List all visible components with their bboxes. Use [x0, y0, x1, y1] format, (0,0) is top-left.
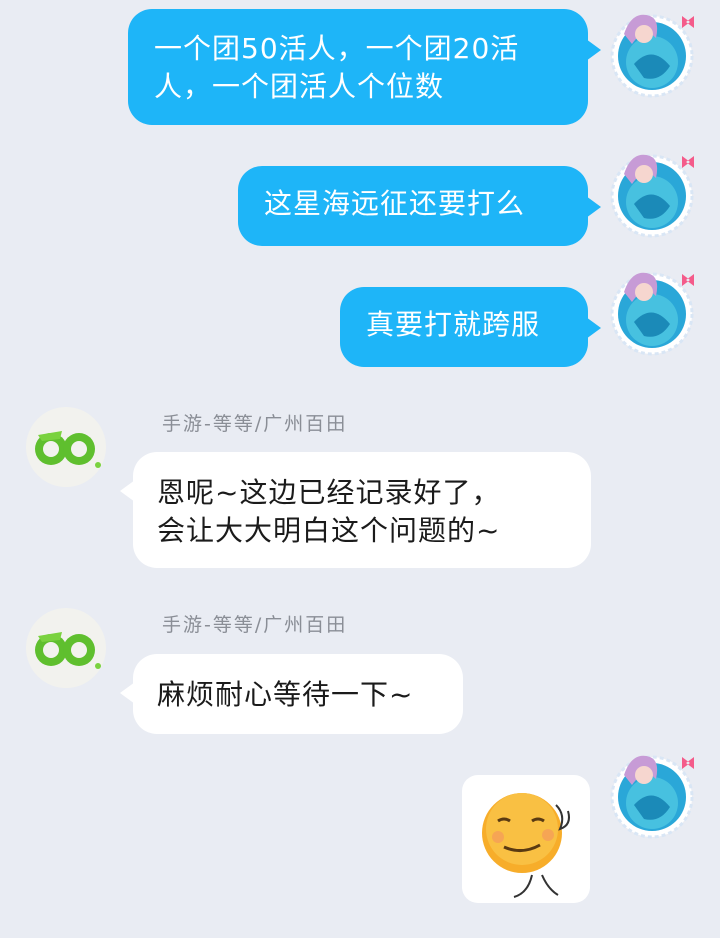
- message-bubble-incoming[interactable]: 恩呢~这边已经记录好了， 会让大大明白这个问题的~: [120, 452, 591, 568]
- sticker-message[interactable]: [462, 775, 590, 903]
- message-bubble-outgoing[interactable]: 真要打就跨服: [340, 287, 601, 367]
- message-bubble-outgoing[interactable]: 这星海远征还要打么: [238, 166, 601, 246]
- message-bubble-outgoing[interactable]: 一个团50活人，一个团20活 人，一个团活人个位数: [128, 9, 601, 125]
- sender-name: 手游-等等/广州百田: [162, 614, 348, 636]
- agent-avatar-icon[interactable]: [24, 606, 108, 690]
- sender-name: 手游-等等/广州百田: [162, 413, 348, 435]
- chat-area: 一个团50活人，一个团20活 人，一个团活人个位数 这星海远征还要打么 真要打就…: [0, 0, 720, 938]
- self-avatar-icon[interactable]: [604, 4, 700, 100]
- self-avatar-icon[interactable]: [604, 144, 700, 240]
- agent-avatar-icon[interactable]: [24, 405, 108, 489]
- self-avatar-icon[interactable]: [604, 745, 700, 841]
- message-bubble-incoming[interactable]: 麻烦耐心等待一下~: [120, 654, 463, 734]
- smiling-face-sticker-icon: [482, 793, 570, 898]
- self-avatar-icon[interactable]: [604, 262, 700, 358]
